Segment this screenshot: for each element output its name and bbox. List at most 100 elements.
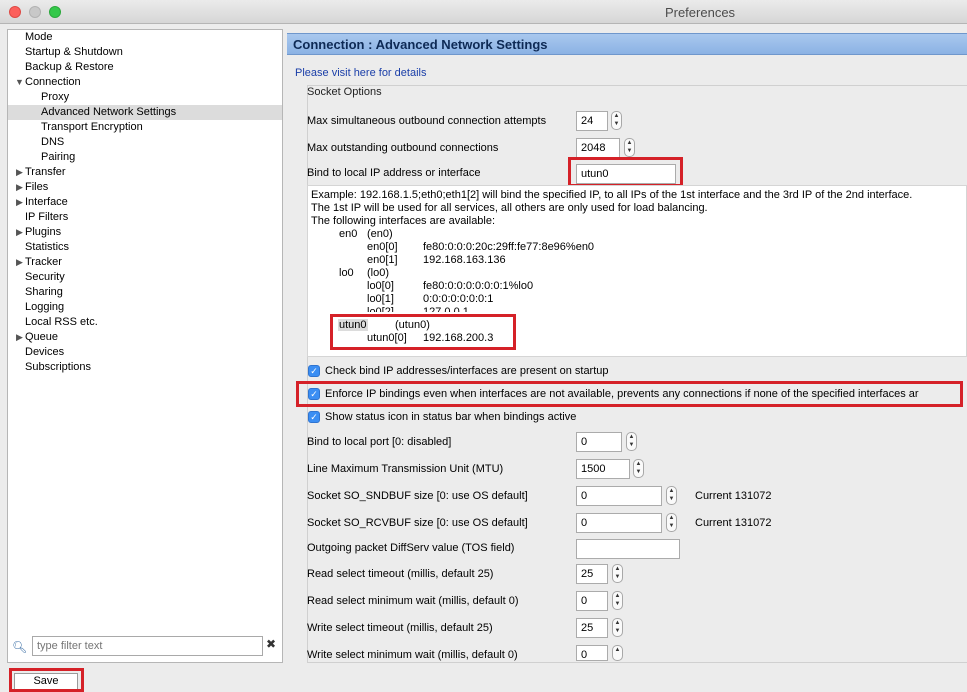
info-balance-text: The 1st IP will be used for all services…: [311, 202, 708, 214]
clear-filter-icon[interactable]: ✖: [266, 637, 276, 651]
diffserv-input[interactable]: [576, 539, 680, 559]
max-outstanding-label: Max outstanding outbound connections: [307, 142, 499, 154]
write-min-wait-input[interactable]: 0: [576, 645, 608, 661]
read-timeout-stepper[interactable]: ▲ ▼: [612, 564, 623, 583]
write-timeout-label: Write select timeout (millis, default 25…: [307, 622, 493, 634]
tree-item-pairing[interactable]: Pairing: [41, 150, 75, 165]
collapsed-arrow-icon[interactable]: ▶: [16, 197, 23, 208]
read-min-wait-input[interactable]: 0: [576, 591, 608, 611]
tree-item-security[interactable]: Security: [25, 270, 65, 285]
tree-item-proxy[interactable]: Proxy: [41, 90, 69, 105]
tree-item-statistics[interactable]: Statistics: [25, 240, 69, 255]
bind-port-label: Bind to local port [0: disabled]: [307, 436, 452, 448]
close-window-button[interactable]: [9, 6, 21, 18]
max-attempts-label: Max simultaneous outbound connection att…: [307, 115, 547, 127]
rcvbuf-current: Current 131072: [695, 517, 772, 529]
tree-item-logging[interactable]: Logging: [25, 300, 64, 315]
interface-index: lo0[2]: [367, 306, 394, 312]
bind-port-input[interactable]: 0: [576, 432, 622, 452]
write-min-wait-stepper[interactable]: ▲: [612, 645, 623, 661]
section-title: Socket Options: [307, 86, 382, 98]
check-bind-label: Check bind IP addresses/interfaces are p…: [325, 365, 609, 377]
tree-item-files[interactable]: Files: [25, 180, 48, 195]
show-status-checkbox[interactable]: ✓: [308, 411, 320, 423]
tree-item-queue[interactable]: Queue: [25, 330, 58, 345]
interface-index: lo0[0]: [367, 280, 394, 292]
save-button[interactable]: Save: [14, 673, 78, 690]
max-outstanding-stepper[interactable]: ▲ ▼: [624, 138, 635, 157]
mtu-stepper[interactable]: ▲ ▼: [633, 459, 644, 478]
tree-filter: 🔍︎ ✖: [7, 634, 283, 662]
interface-paren: (utun0): [395, 319, 430, 331]
tree-item-advanced-network-settings[interactable]: Advanced Network Settings: [8, 105, 282, 120]
tree-item-mode[interactable]: Mode: [25, 30, 53, 45]
tree-item-ip-filters[interactable]: IP Filters: [25, 210, 68, 225]
interface-index: en0[0]: [367, 241, 398, 253]
diffserv-label: Outgoing packet DiffServ value (TOS fiel…: [307, 542, 515, 554]
enforce-bindings-label: Enforce IP bindings even when interfaces…: [325, 388, 919, 400]
max-attempts-stepper[interactable]: ▲ ▼: [611, 111, 622, 130]
check-bind-checkbox[interactable]: ✓: [308, 365, 320, 377]
write-timeout-stepper[interactable]: ▲ ▼: [612, 618, 623, 637]
tree-item-connection[interactable]: Connection: [25, 75, 81, 90]
collapsed-arrow-icon[interactable]: ▶: [16, 182, 23, 193]
max-attempts-input[interactable]: 24: [576, 111, 608, 131]
sndbuf-stepper[interactable]: ▲ ▼: [666, 486, 677, 505]
read-min-wait-stepper[interactable]: ▲ ▼: [612, 591, 623, 610]
info-available-text: The following interfaces are available:: [311, 215, 496, 227]
tree-item-transfer[interactable]: Transfer: [25, 165, 66, 180]
rcvbuf-stepper[interactable]: ▲ ▼: [666, 513, 677, 532]
interface-address: 192.168.200.3: [423, 332, 494, 344]
tree-item-devices[interactable]: Devices: [25, 345, 64, 360]
tree-item-interface[interactable]: Interface: [25, 195, 68, 210]
expanded-arrow-icon[interactable]: ▼: [15, 77, 24, 87]
show-status-label: Show status icon in status bar when bind…: [325, 411, 577, 423]
tree-item-transport-encryption[interactable]: Transport Encryption: [41, 120, 143, 135]
tree-item-sharing[interactable]: Sharing: [25, 285, 63, 300]
interface-paren: (lo0): [367, 267, 390, 279]
details-link[interactable]: Please visit here for details: [295, 67, 426, 79]
preferences-tree: Mode Startup & Shutdown Backup & Restore…: [7, 29, 283, 663]
enforce-bindings-checkbox[interactable]: ✓: [308, 388, 320, 400]
max-outstanding-input[interactable]: 2048: [576, 138, 620, 158]
interface-name: utun0: [338, 319, 368, 331]
page-header: Connection : Advanced Network Settings: [287, 33, 967, 55]
interface-address: fe80:0:0:0:0:0:0:1%lo0: [423, 280, 534, 292]
sndbuf-current: Current 131072: [695, 490, 772, 502]
interface-address: 127.0.0.1: [423, 306, 469, 312]
tree-item-subscriptions[interactable]: Subscriptions: [25, 360, 91, 375]
zoom-window-button[interactable]: [49, 6, 61, 18]
collapsed-arrow-icon[interactable]: ▶: [16, 227, 23, 238]
tree-item-plugins[interactable]: Plugins: [25, 225, 61, 240]
minimize-window-button[interactable]: [29, 6, 41, 18]
tree-item-backup-restore[interactable]: Backup & Restore: [25, 60, 114, 75]
tree-item-tracker[interactable]: Tracker: [25, 255, 62, 270]
interface-address: fe80:0:0:0:20c:29ff:fe77:8e96%en0: [423, 241, 595, 253]
bind-port-stepper[interactable]: ▲ ▼: [626, 432, 637, 451]
title-bar: Preferences: [0, 0, 967, 24]
interface-name: en0: [339, 228, 358, 240]
interface-address: 192.168.163.136: [423, 254, 506, 266]
interface-address: 0:0:0:0:0:0:0:1: [423, 293, 494, 305]
tree-item-dns[interactable]: DNS: [41, 135, 64, 150]
read-timeout-input[interactable]: 25: [576, 564, 608, 584]
window-title: Preferences: [664, 5, 736, 20]
rcvbuf-input[interactable]: 0: [576, 513, 662, 533]
interface-index: en0[1]: [367, 254, 398, 266]
bind-ip-input[interactable]: utun0: [576, 164, 676, 184]
tree-item-startup-shutdown[interactable]: Startup & Shutdown: [25, 45, 123, 60]
mtu-input[interactable]: 1500: [576, 459, 630, 479]
tree-item-local-rss[interactable]: Local RSS etc.: [25, 315, 98, 330]
search-icon: 🔍︎: [12, 640, 28, 654]
filter-input[interactable]: [32, 636, 263, 656]
bind-ip-label: Bind to local IP address or interface: [307, 167, 481, 179]
collapsed-arrow-icon[interactable]: ▶: [16, 332, 23, 343]
collapsed-arrow-icon[interactable]: ▶: [16, 257, 23, 268]
collapsed-arrow-icon[interactable]: ▶: [16, 167, 23, 178]
interface-name: lo0: [339, 267, 354, 279]
page-title: Connection : Advanced Network Settings: [293, 37, 548, 52]
sndbuf-input[interactable]: 0: [576, 486, 662, 506]
mtu-label: Line Maximum Transmission Unit (MTU): [307, 463, 504, 475]
sndbuf-label: Socket SO_SNDBUF size [0: use OS default…: [307, 490, 528, 502]
write-timeout-input[interactable]: 25: [576, 618, 608, 638]
